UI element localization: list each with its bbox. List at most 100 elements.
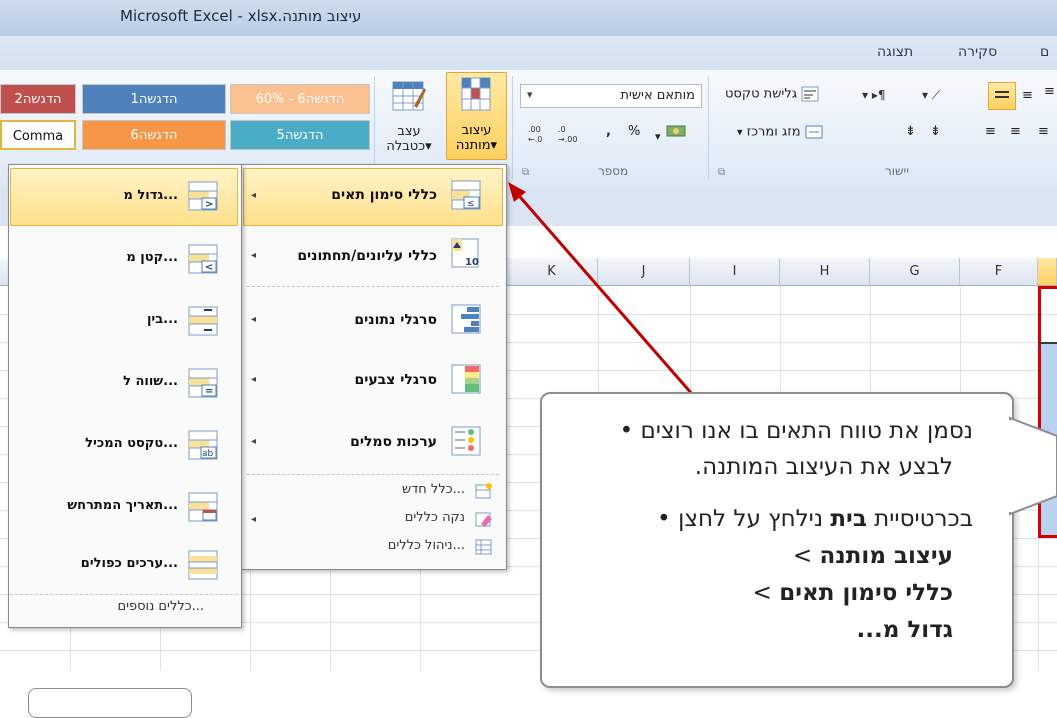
- menu-item-label: כללי עליונים/תחתונים: [297, 248, 437, 264]
- orientation-button[interactable]: ▾ ⟋: [922, 88, 940, 103]
- submenu-item-less-than[interactable]: < קטן מ...: [10, 232, 238, 288]
- chevron-left-icon: ◂: [251, 436, 257, 447]
- window-title: Microsoft Excel - xlsx.עיצוב מותנה: [120, 7, 362, 25]
- icon-sets-icon: [451, 426, 481, 456]
- duplicate-values-icon: [188, 550, 218, 580]
- align-middle-button[interactable]: ≡: [1022, 88, 1033, 103]
- merge-center-icon: [805, 125, 823, 139]
- align-left-button[interactable]: ≡: [1038, 124, 1049, 139]
- style-accent6[interactable]: הדגשה6: [82, 120, 226, 150]
- chevron-left-icon: ◂: [251, 374, 257, 385]
- dialog-launcher-icon[interactable]: ⧉: [718, 167, 725, 178]
- menu-item-highlight-cells-rules[interactable]: ≤ כללי סימון תאים ◂: [243, 168, 503, 226]
- less-than-icon: <: [188, 244, 218, 274]
- callout-line-1: נסמן את טווח התאים בו אנו רוצים •: [619, 418, 973, 444]
- submenu-item-greater-than[interactable]: > גדול מ...: [10, 168, 238, 226]
- percent-style-button[interactable]: %: [628, 124, 640, 139]
- eraser-icon: [475, 512, 492, 527]
- tab-view[interactable]: תצוגה: [877, 44, 913, 60]
- callout-line-2: לבצע את העיצוב המותנה.: [694, 454, 953, 480]
- wrap-text-button[interactable]: גלישת טקסט: [725, 86, 819, 102]
- format-as-table-button[interactable]: עצב כטבלה▾: [378, 74, 440, 160]
- dialog-launcher-icon[interactable]: ⧉: [522, 167, 529, 178]
- number-format-dropdown[interactable]: ▾ מותאם אישית: [520, 84, 702, 108]
- align-center-button[interactable]: ≡: [1010, 124, 1021, 139]
- submenu-item-text-contains[interactable]: ab טקסט המכיל...: [10, 418, 238, 474]
- submenu-item-label: ערכים כפולים...: [80, 556, 178, 571]
- align-right-button[interactable]: ≡: [985, 124, 996, 139]
- tab-home-partial[interactable]: ם: [1040, 44, 1049, 60]
- align-top-button[interactable]: [988, 82, 1016, 110]
- submenu-item-date-occurring[interactable]: תאריך המתרחש...: [10, 480, 238, 536]
- callout-line-4: עיצוב מותנה >: [792, 543, 953, 569]
- align-bottom-button[interactable]: ≡: [1044, 84, 1055, 99]
- decrease-decimal-button[interactable]: .0 →.00: [556, 124, 580, 147]
- calendar-icon: [188, 492, 218, 522]
- menu-separator: [247, 474, 499, 475]
- callout-line-3: בכרטיסיית בית נילחץ על לחצן •: [657, 506, 973, 532]
- conditional-formatting-icon: [461, 77, 491, 111]
- tab-review[interactable]: סקירה: [958, 44, 997, 60]
- range-top-border: [1038, 342, 1057, 344]
- submenu-item-label: קטן מ...: [126, 250, 178, 265]
- column-header-g[interactable]: G: [870, 258, 960, 286]
- table-icon: [392, 81, 426, 111]
- menu-item-label: כלל חדש...: [402, 482, 465, 497]
- chevron-down-icon: ▾: [655, 130, 661, 143]
- svg-text:10: 10: [465, 257, 479, 268]
- submenu-item-duplicate-values[interactable]: ערכים כפולים...: [10, 542, 238, 590]
- submenu-item-label: תאריך המתרחש...: [67, 498, 178, 513]
- menu-item-new-rule[interactable]: כלל חדש...: [243, 478, 503, 504]
- decrease-indent-button[interactable]: ⇟: [930, 124, 941, 139]
- accounting-format-button[interactable]: ▾: [655, 122, 687, 144]
- align-top-icon: [995, 91, 1009, 98]
- menu-item-manage-rules[interactable]: ניהול כללים...: [243, 534, 503, 560]
- top-bottom-icon: 10: [451, 238, 479, 268]
- menu-item-label: כללי סימון תאים: [331, 187, 437, 203]
- alignment-group-label: יישור: [885, 164, 909, 178]
- highlight-cells-icon: ≤: [451, 180, 481, 210]
- svg-text:>: >: [205, 199, 213, 210]
- decrease-decimal-icon: .0→.00: [558, 125, 577, 144]
- number-format-value: מותאם אישית: [620, 88, 695, 103]
- increase-decimal-icon: .00←.0: [528, 125, 542, 144]
- column-header-h[interactable]: H: [780, 258, 870, 286]
- column-header-f[interactable]: F: [960, 258, 1038, 286]
- menu-item-color-scales[interactable]: סרגלי צבעים ◂: [243, 352, 503, 408]
- conditional-formatting-button[interactable]: עיצוב מותנה▾: [446, 72, 507, 160]
- merge-center-button[interactable]: ▾ מזג ומרכז: [737, 124, 823, 140]
- svg-text:ab: ab: [202, 449, 214, 459]
- column-header-selected[interactable]: [1038, 258, 1057, 286]
- hint-button[interactable]: [28, 688, 192, 718]
- svg-text:<: <: [205, 262, 213, 273]
- increase-indent-button[interactable]: ⇟: [905, 124, 916, 139]
- equal-to-icon: =: [188, 368, 218, 398]
- increase-decimal-button[interactable]: .00 ←.0: [526, 124, 550, 147]
- style-comma[interactable]: Comma: [0, 120, 76, 150]
- style-accent5[interactable]: הדגשה5: [230, 120, 370, 150]
- submenu-item-equal-to[interactable]: = שווה ל...: [10, 356, 238, 412]
- style-accent2[interactable]: הדגשה2: [0, 84, 76, 114]
- callout-pointer: [1000, 416, 1057, 516]
- between-icon: [188, 306, 218, 336]
- submenu-item-label: בין...: [146, 312, 178, 327]
- text-direction-button[interactable]: ▾ ▸¶: [862, 88, 886, 102]
- menu-item-icon-sets[interactable]: ערכות סמלים ◂: [243, 414, 503, 470]
- submenu-item-more-rules[interactable]: כללים נוספים...: [10, 596, 238, 622]
- comma-style-button[interactable]: ,: [606, 124, 611, 139]
- menu-item-clear-rules[interactable]: נקה כללים ◂: [243, 506, 503, 532]
- data-bars-icon: [451, 304, 481, 334]
- wrap-text-label: גלישת טקסט: [725, 86, 798, 102]
- color-scales-icon: [451, 364, 481, 394]
- submenu-item-between[interactable]: בין...: [10, 294, 238, 350]
- conditional-formatting-label: עיצוב מותנה▾: [455, 123, 498, 153]
- chevron-down-icon: ▾: [527, 88, 533, 101]
- menu-item-top-bottom-rules[interactable]: 10 כללי עליונים/תחתונים ◂: [243, 230, 503, 286]
- svg-text:.00: .00: [528, 125, 541, 134]
- wrap-text-icon: [801, 86, 819, 102]
- menu-item-data-bars[interactable]: סרגלי נתונים ◂: [243, 292, 503, 348]
- chevron-left-icon: ◂: [251, 190, 257, 201]
- style-accent1[interactable]: הדגשה1: [82, 84, 226, 114]
- style-60-accent6[interactable]: 60% - הדגשה6: [230, 84, 370, 114]
- column-header-i[interactable]: I: [690, 258, 780, 286]
